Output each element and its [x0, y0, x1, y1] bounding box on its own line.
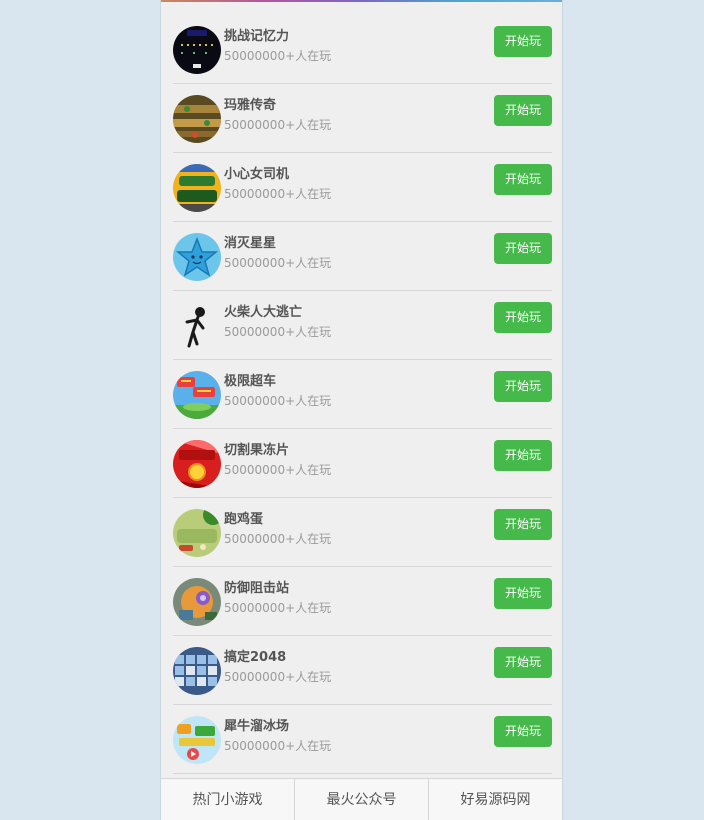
star-pop-icon — [173, 233, 221, 281]
play-button[interactable]: 开始玩 — [494, 95, 552, 126]
play-button[interactable]: 开始玩 — [494, 26, 552, 57]
list-item[interactable]: 搞定2048 50000000+人在玩 开始玩 — [173, 636, 552, 705]
player-count: 50000000+人在玩 — [224, 256, 332, 270]
rhino-skating-icon — [173, 716, 221, 764]
running-egg-icon — [173, 509, 221, 557]
player-count: 50000000+人在玩 — [224, 49, 332, 63]
game-title: 切割果冻片 — [224, 443, 290, 458]
player-count: 50000000+人在玩 — [224, 670, 332, 684]
game-title: 小心女司机 — [224, 167, 290, 182]
game-2048-icon — [173, 647, 221, 695]
game-title: 犀牛溜冰场 — [224, 719, 290, 734]
list-item[interactable]: 极限超车 50000000+人在玩 开始玩 — [173, 360, 552, 429]
list-item[interactable]: 犀牛溜冰场 50000000+人在玩 开始玩 — [173, 705, 552, 774]
list-item[interactable]: 跑鸡蛋 50000000+人在玩 开始玩 — [173, 498, 552, 567]
play-button[interactable]: 开始玩 — [494, 509, 552, 540]
list-item[interactable]: 小心女司机 50000000+人在玩 开始玩 — [173, 153, 552, 222]
player-count: 50000000+人在玩 — [224, 601, 332, 615]
game-title: 火柴人大逃亡 — [224, 305, 303, 320]
list-item[interactable]: 玛雅传奇 50000000+人在玩 开始玩 — [173, 84, 552, 153]
bottom-tab-bar: 热门小游戏 最火公众号 好易源码网 — [161, 778, 562, 820]
play-button[interactable]: 开始玩 — [494, 164, 552, 195]
play-button[interactable]: 开始玩 — [494, 578, 552, 609]
play-button[interactable]: 开始玩 — [494, 371, 552, 402]
player-count: 50000000+人在玩 — [224, 187, 332, 201]
list-item[interactable]: 消灭星星 50000000+人在玩 开始玩 — [173, 222, 552, 291]
player-count: 50000000+人在玩 — [224, 532, 332, 546]
maya-legend-icon — [173, 95, 221, 143]
player-count: 50000000+人在玩 — [224, 463, 332, 477]
tab-hot-games[interactable]: 热门小游戏 — [161, 779, 294, 820]
play-button[interactable]: 开始玩 — [494, 647, 552, 678]
tab-popular-accounts[interactable]: 最火公众号 — [294, 779, 428, 820]
list-item[interactable]: 挑战记忆力 50000000+人在玩 开始玩 — [173, 15, 552, 84]
list-item[interactable]: 火柴人大逃亡 50000000+人在玩 开始玩 — [173, 291, 552, 360]
jelly-cut-icon — [173, 440, 221, 488]
game-title: 防御阻击站 — [224, 581, 290, 596]
game-title: 玛雅传奇 — [224, 98, 277, 113]
play-button[interactable]: 开始玩 — [494, 302, 552, 333]
player-count: 50000000+人在玩 — [224, 325, 332, 339]
app-panel: 挑战记忆力 50000000+人在玩 开始玩 玛雅传奇 50000000+人在玩… — [160, 0, 563, 820]
play-button[interactable]: 开始玩 — [494, 233, 552, 264]
careful-driver-icon — [173, 164, 221, 212]
play-button[interactable]: 开始玩 — [494, 440, 552, 471]
memory-challenge-icon — [173, 26, 221, 74]
player-count: 50000000+人在玩 — [224, 118, 332, 132]
player-count: 50000000+人在玩 — [224, 739, 332, 753]
game-title: 极限超车 — [224, 374, 277, 389]
stickman-escape-icon — [173, 302, 221, 350]
game-title: 消灭星星 — [224, 236, 277, 251]
game-title: 挑战记忆力 — [224, 29, 290, 44]
game-title: 搞定2048 — [224, 650, 287, 665]
tower-defense-icon — [173, 578, 221, 626]
extreme-racing-icon — [173, 371, 221, 419]
tab-source-site[interactable]: 好易源码网 — [428, 779, 562, 820]
header-strip — [161, 0, 562, 2]
play-button[interactable]: 开始玩 — [494, 716, 552, 747]
list-item[interactable]: 防御阻击站 50000000+人在玩 开始玩 — [173, 567, 552, 636]
list-item[interactable]: 切割果冻片 50000000+人在玩 开始玩 — [173, 429, 552, 498]
game-title: 跑鸡蛋 — [224, 512, 264, 527]
player-count: 50000000+人在玩 — [224, 394, 332, 408]
